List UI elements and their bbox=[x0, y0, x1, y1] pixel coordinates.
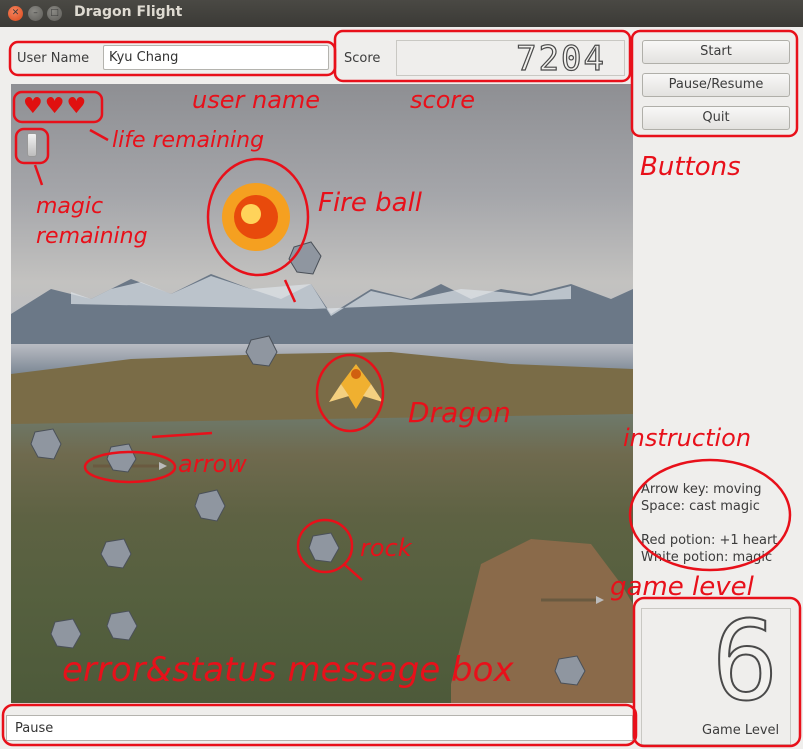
rock-sprite bbox=[288, 241, 322, 275]
annotation-fireball: Fire ball bbox=[318, 188, 423, 218]
start-button[interactable]: Start bbox=[642, 40, 790, 64]
minimize-icon[interactable]: – bbox=[28, 6, 43, 21]
rock-sprite bbox=[30, 428, 62, 460]
close-icon[interactable]: ✕ bbox=[8, 6, 23, 21]
score-display: 7204 bbox=[396, 38, 625, 80]
instruction-line: Space: cast magic bbox=[641, 499, 760, 514]
score-value: 7204 bbox=[516, 38, 606, 79]
rock-sprite bbox=[106, 443, 137, 473]
score-label: Score bbox=[344, 51, 381, 66]
annotation-score: score bbox=[410, 86, 476, 114]
window-titlebar: ✕ – □ Dragon Flight bbox=[0, 0, 803, 27]
rock-sprite bbox=[308, 532, 340, 563]
magic-potion-icon bbox=[27, 133, 37, 157]
mountain-range bbox=[11, 274, 633, 344]
pause-resume-button[interactable]: Pause/Resume bbox=[642, 73, 790, 97]
rock-sprite bbox=[106, 610, 138, 641]
instruction-line: Red potion: +1 heart bbox=[641, 533, 778, 548]
annotation-dragon: Dragon bbox=[408, 396, 511, 429]
annotation-instruction: instruction bbox=[623, 424, 752, 452]
maximize-icon[interactable]: □ bbox=[47, 6, 62, 21]
annotation-game-level: game level bbox=[610, 572, 754, 602]
instruction-line: White potion: magic bbox=[641, 550, 773, 565]
status-message-box: Pause bbox=[6, 715, 633, 741]
annotation-buttons: Buttons bbox=[640, 152, 741, 182]
rock-sprite bbox=[194, 489, 226, 522]
annotation-life: life remaining bbox=[112, 128, 265, 153]
game-canvas[interactable]: ♥♥♥ bbox=[11, 84, 633, 703]
level-value: 6 bbox=[711, 596, 779, 726]
annotation-status-box: error&status message box bbox=[62, 650, 514, 690]
life-hearts: ♥♥♥ bbox=[23, 94, 89, 119]
annotation-user-name: user name bbox=[192, 86, 321, 114]
mesa bbox=[11, 352, 633, 424]
annotation-arrow: arrow bbox=[178, 450, 247, 478]
instructions-panel: Arrow key: moving Space: cast magic Red … bbox=[641, 481, 777, 566]
quit-button[interactable]: Quit bbox=[642, 106, 790, 130]
rock-sprite bbox=[100, 538, 132, 569]
level-display: 6 Game Level bbox=[641, 596, 791, 745]
annotation-rock: rock bbox=[360, 534, 412, 562]
game-scene bbox=[11, 183, 633, 703]
username-input[interactable] bbox=[103, 45, 329, 70]
rock-sprite bbox=[50, 618, 82, 649]
level-label: Game Level bbox=[702, 723, 780, 738]
username-label: User Name bbox=[17, 51, 90, 66]
instruction-line: Arrow key: moving bbox=[641, 482, 762, 497]
window-title: Dragon Flight bbox=[74, 4, 183, 20]
annotation-magic: magic remaining bbox=[36, 194, 148, 249]
